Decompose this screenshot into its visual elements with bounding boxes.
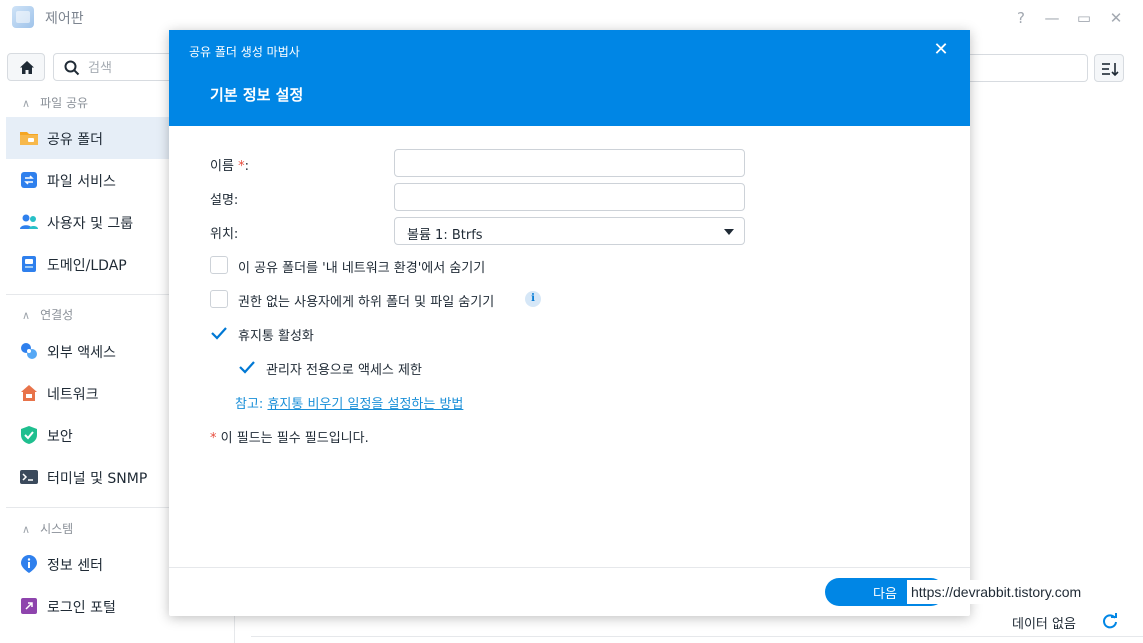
wizard-footer-divider [169,567,970,568]
control-panel-app-icon [12,6,34,28]
info-icon[interactable]: i [525,291,541,307]
hide-network-label[interactable]: 이 공유 폴더를 '내 네트워크 환경'에서 숨기기 [238,257,485,276]
sidebar-item-label: 외부 액세스 [47,345,116,361]
external-access-icon [21,343,37,359]
sidebar-item-label: 도메인/LDAP [47,258,127,274]
wizard-title: 공유 폴더 생성 마법사 [189,45,300,59]
name-label: 이름 *: [210,155,249,174]
search-icon [64,60,80,76]
sidebar-item-label: 파일 서비스 [47,174,116,190]
watermark-text: https://devrabbit.tistory.com [907,580,1086,604]
maximize-button[interactable]: ▭ [1072,6,1096,30]
admin-only-label[interactable]: 관리자 전용으로 액세스 제한 [266,359,422,378]
close-window-button[interactable]: ✕ [1104,6,1128,30]
section-title: 시스템 [40,522,74,536]
hide-network-checkbox[interactable] [210,256,228,274]
refresh-icon[interactable] [1101,612,1119,630]
section-title: 파일 공유 [40,96,89,110]
hide-subfolders-label[interactable]: 권한 없는 사용자에게 하위 폴더 및 파일 숨기기 [238,291,494,310]
checkmark-icon [239,361,255,374]
location-select[interactable]: 볼륨 1: Btrfs [394,217,745,245]
sidebar-item-label: 사용자 및 그룹 [47,216,134,232]
file-services-icon [21,172,37,188]
close-icon[interactable]: ✕ [931,40,951,60]
dropdown-arrow-icon [724,229,734,235]
location-select-value: 볼륨 1: Btrfs [407,228,483,243]
section-header-file-sharing[interactable]: ∧ 파일 공유 [22,94,88,111]
home-icon [20,61,34,74]
home-button[interactable] [7,53,45,81]
main-filter-box[interactable] [968,54,1088,82]
sidebar-item-label: 정보 센터 [47,558,103,574]
section-header-system[interactable]: ∧ 시스템 [22,520,73,537]
required-note-text: 이 필드는 필수 필드입니다. [220,431,369,446]
minimize-button[interactable]: — [1040,6,1064,30]
sidebar-item-label: 공유 폴더 [47,132,103,148]
window-title: 제어판 [45,11,84,27]
step-title: 기본 정보 설정 [210,86,304,104]
help-button[interactable]: ? [1009,6,1033,30]
domain-icon [22,256,36,272]
location-label: 위치: [210,227,239,242]
next-button-label: 다음 [873,587,897,602]
section-header-connectivity[interactable]: ∧ 연결성 [22,306,73,323]
checkmark-icon [211,327,227,340]
sidebar-item-label: 보안 [47,429,73,445]
description-label: 설명: [210,193,239,208]
status-bar-divider [251,636,1143,637]
chevron-up-icon: ∧ [22,523,31,536]
sidebar-item-label: 네트워크 [47,387,99,403]
note-prefix: 참고: [235,397,264,412]
info-center-icon [21,555,37,573]
recycle-bin-note: 참고: 휴지통 비우기 일정을 설정하는 방법 [235,393,463,412]
login-portal-icon [21,598,37,614]
sort-button[interactable] [1094,54,1124,82]
folder-share-icon [20,132,38,145]
sort-icon [1102,63,1119,77]
name-label-text: 이름 [210,159,234,174]
hide-subfolders-checkbox[interactable] [210,290,228,308]
recycle-bin-schedule-link[interactable]: 휴지통 비우기 일정을 설정하는 방법 [267,397,463,412]
sidebar-item-label: 로그인 포털 [47,600,116,616]
admin-only-checkbox[interactable] [238,358,256,376]
chevron-up-icon: ∧ [22,309,31,322]
chevron-up-icon: ∧ [22,97,31,110]
terminal-icon [20,470,38,484]
description-input[interactable] [394,183,745,211]
wizard-header: 공유 폴더 생성 마법사 ✕ 기본 정보 설정 [169,30,970,126]
recycle-bin-checkbox[interactable] [210,324,228,342]
network-icon [21,385,37,401]
recycle-bin-label[interactable]: 휴지통 활성화 [238,325,314,344]
name-input[interactable] [394,149,745,177]
status-text: 데이터 없음 [1012,617,1076,632]
section-title: 연결성 [40,308,74,322]
required-asterisk: * [210,431,217,446]
shield-icon [21,426,37,444]
sidebar-item-label: 터미널 및 SNMP [47,471,148,487]
create-shared-folder-wizard: 공유 폴더 생성 마법사 ✕ 기본 정보 설정 이름 *: 설명: 위치: 볼륨… [169,30,970,616]
required-fields-note: * 이 필드는 필수 필드입니다. [210,427,369,446]
name-label-colon: : [244,159,249,174]
users-icon [20,214,38,229]
